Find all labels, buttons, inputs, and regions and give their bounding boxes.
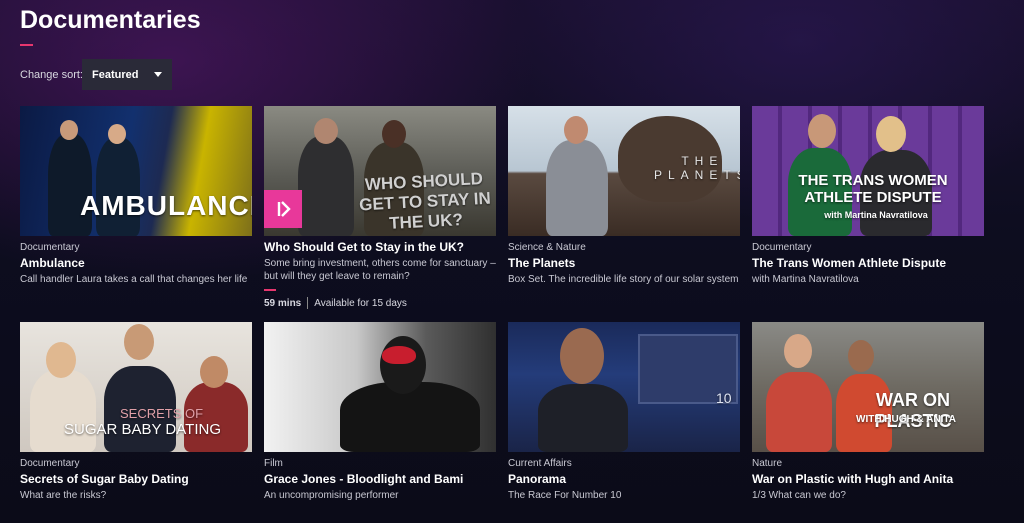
thumbnail-title: WHO SHOULD GET TO STAY IN THE UK? bbox=[358, 168, 492, 233]
card-description: Some bring investment, others come for s… bbox=[264, 258, 496, 282]
thumbnail-title-top: SECRETS OF bbox=[120, 406, 204, 421]
thumbnail-title: THE TRANS WOMEN ATHLETE DISPUTE bbox=[798, 172, 948, 206]
programme-card-ambulance[interactable]: AMBULANCE Documentary Ambulance Call han… bbox=[20, 106, 252, 286]
card-description: Call handler Laura takes a call that cha… bbox=[20, 274, 248, 285]
thumbnail-subtitle: with Martina Navratilova bbox=[824, 210, 928, 220]
card-description: with Martina Navratilova bbox=[752, 274, 859, 285]
title-underline bbox=[20, 44, 33, 46]
programme-card-war-on-plastic[interactable]: WAR ON PLASTIC WITH HUGH & ANITA Nature … bbox=[752, 322, 984, 502]
card-title[interactable]: War on Plastic with Hugh and Anita bbox=[752, 472, 984, 486]
programme-thumbnail[interactable]: THE PLANETS bbox=[508, 106, 740, 236]
programme-card-the-planets[interactable]: THE PLANETS Science & Nature The Planets… bbox=[508, 106, 740, 286]
thumbnail-title: SUGAR BABY DATING bbox=[64, 421, 221, 438]
card-description: 1/3 What can we do? bbox=[752, 490, 846, 501]
programme-thumbnail[interactable]: SECRETS OF SUGAR BABY DATING bbox=[20, 322, 252, 452]
sort-dropdown[interactable]: Featured bbox=[82, 59, 172, 90]
card-genre: Current Affairs bbox=[508, 458, 572, 469]
programme-thumbnail[interactable]: WAR ON PLASTIC WITH HUGH & ANITA bbox=[752, 322, 984, 452]
card-title[interactable]: Who Should Get to Stay in the UK? bbox=[264, 240, 496, 254]
programme-thumbnail[interactable]: 10 bbox=[508, 322, 740, 452]
availability: Available for 15 days bbox=[314, 297, 407, 309]
iplayer-logo-icon bbox=[264, 190, 302, 228]
card-title[interactable]: Panorama bbox=[508, 472, 740, 486]
card-title[interactable]: The Trans Women Athlete Dispute bbox=[752, 256, 984, 270]
thumbnail-subtitle: WITH HUGH & ANITA bbox=[856, 414, 956, 425]
programme-thumbnail[interactable]: WHO SHOULD GET TO STAY IN THE UK? bbox=[264, 106, 496, 236]
chevron-down-icon bbox=[154, 72, 162, 77]
thumbnail-title: THE PLANETS bbox=[654, 154, 740, 182]
thumbnail-title: WAR ON PLASTIC bbox=[874, 390, 952, 431]
card-genre: Documentary bbox=[20, 458, 80, 469]
card-genre: Nature bbox=[752, 458, 783, 469]
card-genre: Documentary bbox=[20, 242, 80, 253]
card-genre: Documentary bbox=[752, 242, 812, 253]
duration: 59 mins bbox=[264, 297, 302, 309]
sort-selected-value: Featured bbox=[92, 68, 139, 81]
card-title[interactable]: Grace Jones - Bloodlight and Bami bbox=[264, 472, 496, 486]
card-description: The Race For Number 10 bbox=[508, 490, 622, 501]
thumbnail-title: AMBULANCE bbox=[80, 190, 252, 221]
programme-card-who-should-get-to-stay[interactable]: WHO SHOULD GET TO STAY IN THE UK? Who Sh… bbox=[264, 106, 496, 309]
programme-card-grace-jones[interactable]: Film Grace Jones - Bloodlight and Bami A… bbox=[264, 322, 496, 502]
page-title: Documentaries bbox=[20, 6, 201, 34]
card-description: What are the risks? bbox=[20, 490, 107, 501]
sort-label: Change sort: bbox=[20, 69, 83, 81]
card-title[interactable]: The Planets bbox=[508, 256, 740, 270]
card-description: Box Set. The incredible life story of ou… bbox=[508, 274, 739, 285]
card-genre: Science & Nature bbox=[508, 242, 586, 253]
progress-indicator bbox=[264, 289, 276, 291]
card-genre: Film bbox=[264, 458, 283, 469]
programme-card-panorama[interactable]: 10 Current Affairs Panorama The Race For… bbox=[508, 322, 740, 502]
programme-thumbnail[interactable] bbox=[264, 322, 496, 452]
card-title[interactable]: Secrets of Sugar Baby Dating bbox=[20, 472, 252, 486]
meta-divider bbox=[307, 297, 309, 309]
programme-thumbnail[interactable]: THE TRANS WOMEN ATHLETE DISPUTE with Mar… bbox=[752, 106, 984, 236]
thumbnail-title: 10 bbox=[716, 390, 732, 406]
programme-card-trans-women-athlete-dispute[interactable]: THE TRANS WOMEN ATHLETE DISPUTE with Mar… bbox=[752, 106, 984, 286]
card-title[interactable]: Ambulance bbox=[20, 256, 252, 270]
programme-card-sugar-baby-dating[interactable]: SECRETS OF SUGAR BABY DATING Documentary… bbox=[20, 322, 252, 502]
programme-thumbnail[interactable]: AMBULANCE bbox=[20, 106, 252, 236]
card-description: An uncompromising performer bbox=[264, 490, 399, 501]
card-meta: 59 mins Available for 15 days bbox=[264, 297, 496, 309]
